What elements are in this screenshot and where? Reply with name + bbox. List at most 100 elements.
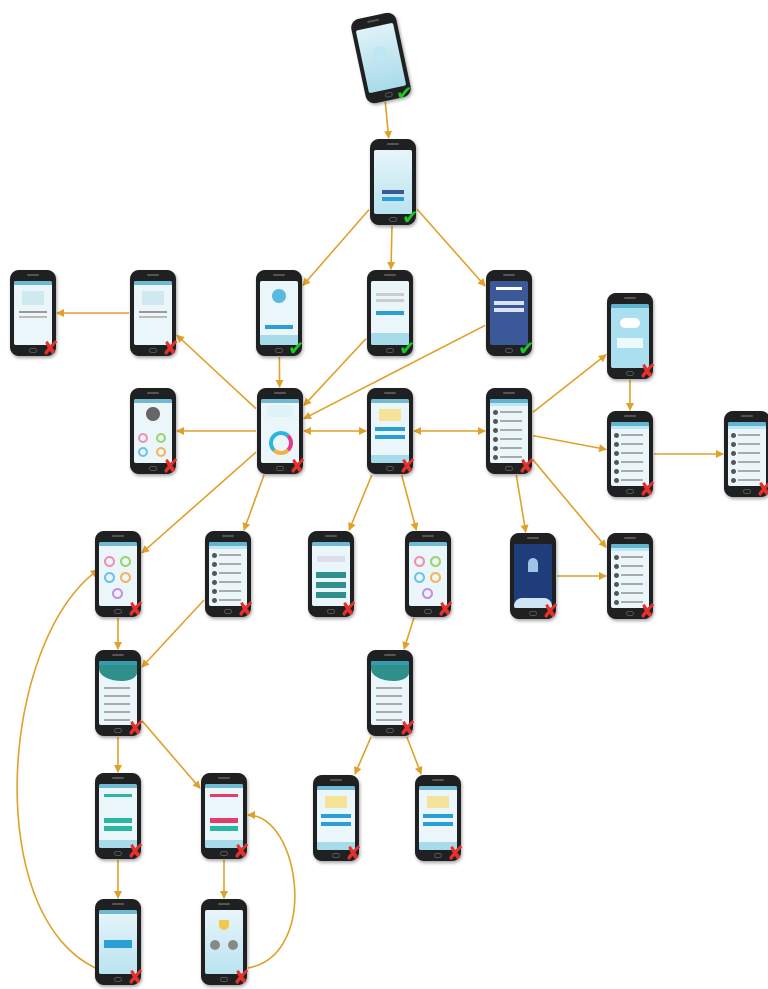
home-button [114, 609, 122, 614]
list-line [219, 581, 241, 583]
list-line [621, 452, 643, 454]
home-button [505, 466, 513, 471]
edge-category-grid-2-to-wave-menu-2 [402, 617, 415, 650]
list-line [621, 556, 643, 558]
progress-ring [269, 431, 293, 455]
speaker [624, 297, 636, 299]
home-button [149, 466, 157, 471]
home-button [626, 371, 634, 376]
flow-diagram: ✔ ✔ ✔ ✔ ✔ ✘ ✘ ✘ ✘ ✘ ✘ ✘ ✘ ✘ ✘ ✘ ✘ ✘ ✘ ✘ ✘ ✘ ✘ ✘ ✘ ✘ ✘ ✘ [0, 0, 768, 989]
list-avatar [212, 598, 217, 603]
home-button [114, 851, 122, 856]
speaker [112, 903, 124, 905]
category-icon [120, 572, 131, 583]
cross-icon: ✘ [756, 477, 768, 501]
speaker [273, 274, 285, 276]
status-bar [611, 304, 649, 308]
button-shape [316, 582, 346, 588]
list-avatar [493, 437, 498, 442]
cross-icon: ✘ [127, 597, 144, 621]
edge-home-to-facebook-login [416, 208, 486, 287]
checkmark-icon: ✔ [399, 336, 416, 360]
list-avatar [614, 460, 619, 465]
home-button [529, 611, 537, 616]
header-shape [427, 796, 449, 808]
list-avatar [731, 478, 736, 483]
status-bar [134, 281, 172, 285]
status-bar [611, 422, 649, 426]
speaker [527, 537, 539, 539]
menu-line [376, 711, 402, 713]
home-button [275, 348, 283, 353]
home-button [626, 611, 634, 616]
list-line [500, 429, 522, 431]
figure-shape [528, 558, 538, 572]
edge-friends-to-night-intro [515, 474, 529, 533]
status-bar [371, 661, 409, 665]
edge-login-to-dashboard [303, 338, 367, 407]
status-bar [419, 786, 457, 790]
list-line [621, 443, 643, 445]
header-shape [379, 409, 401, 421]
header-shape [267, 405, 293, 417]
list-line [738, 470, 760, 472]
image-shape [142, 291, 164, 305]
home-button [276, 466, 284, 471]
status-bar [209, 542, 247, 546]
cross-icon: ✘ [42, 336, 59, 360]
trophy-shape [219, 920, 229, 930]
list-line [219, 572, 241, 574]
menu-line [104, 687, 130, 689]
home-button [626, 489, 634, 494]
image-shape [22, 291, 44, 305]
speaker [147, 392, 159, 394]
home-button [332, 853, 340, 858]
cross-icon: ✘ [162, 454, 179, 478]
button-shape [316, 572, 346, 578]
status-bar [134, 399, 172, 403]
edge-wave-menu-to-quiz-b [141, 720, 201, 789]
cross-icon: ✘ [639, 359, 656, 383]
category-icon [414, 556, 425, 567]
cross-icon: ✘ [399, 716, 416, 740]
cross-icon: ✘ [542, 599, 559, 623]
list-avatar [731, 460, 736, 465]
list-line [500, 411, 522, 413]
status-bar [409, 542, 447, 546]
speaker [112, 654, 124, 656]
list-line [621, 583, 643, 585]
avatar [146, 407, 160, 421]
cross-icon: ✘ [345, 841, 362, 865]
button-shape [375, 435, 405, 439]
home-button [743, 489, 751, 494]
home-button [114, 728, 122, 733]
button-shape [382, 197, 404, 201]
list-avatar [614, 451, 619, 456]
list-avatar [614, 555, 619, 560]
list-avatar [731, 451, 736, 456]
speaker [218, 777, 230, 779]
speaker [422, 535, 434, 537]
cross-icon: ✘ [233, 965, 250, 989]
cross-icon: ✘ [127, 839, 144, 863]
edge-dashboard-to-contacts [242, 474, 265, 531]
header-shape [325, 796, 347, 808]
button-shape [321, 822, 351, 826]
list-avatar [614, 433, 619, 438]
button-shape [375, 427, 405, 431]
list-line [500, 438, 522, 440]
list-avatar [614, 442, 619, 447]
home-button [434, 853, 442, 858]
speaker [503, 392, 515, 394]
input-shape [376, 293, 404, 296]
category-icon [430, 556, 441, 567]
speaker [218, 903, 230, 905]
home-button [149, 348, 157, 353]
cloud-shape [620, 318, 640, 328]
avatar [272, 289, 286, 303]
button-shape [382, 190, 404, 194]
home-button [386, 728, 394, 733]
speaker [330, 779, 342, 781]
edge-result-a-to-category-grid [16, 569, 101, 971]
speaker [367, 18, 380, 24]
